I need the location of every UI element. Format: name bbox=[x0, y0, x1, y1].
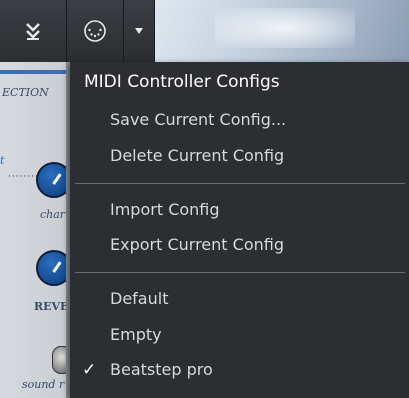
toolbar-background-image bbox=[155, 0, 409, 62]
sound-switch-label: sound r bbox=[22, 378, 65, 391]
menu-item-save-config[interactable]: Save Current Config... bbox=[110, 110, 286, 129]
panel-fragment-label: t bbox=[0, 154, 5, 167]
double-chevron-down-icon bbox=[26, 23, 40, 40]
collapse-button[interactable] bbox=[0, 0, 67, 62]
knob-scale-dots: ········ bbox=[8, 172, 39, 182]
menu-item-config-beatstep-pro[interactable]: Beatstep pro bbox=[110, 360, 213, 379]
midi-connector-icon bbox=[84, 20, 106, 42]
top-toolbar bbox=[0, 0, 409, 62]
reverb-knob-label: REVE bbox=[34, 300, 69, 313]
menu-title: MIDI Controller Configs bbox=[84, 72, 280, 92]
midi-config-dropdown-button[interactable] bbox=[124, 0, 155, 62]
menu-item-config-empty[interactable]: Empty bbox=[110, 325, 162, 344]
midi-controller-button[interactable] bbox=[67, 0, 124, 62]
menu-item-config-default[interactable]: Default bbox=[110, 289, 168, 308]
midi-config-menu: MIDI Controller Configs Save Current Con… bbox=[70, 62, 409, 398]
menu-separator bbox=[75, 183, 405, 184]
caret-down-icon bbox=[135, 28, 143, 34]
instrument-panel: ECTION t ········ char REVE sound r bbox=[0, 62, 72, 398]
menu-item-export-config[interactable]: Export Current Config bbox=[110, 235, 284, 254]
checkmark-icon: ✓ bbox=[82, 360, 97, 380]
section-label: ECTION bbox=[2, 86, 49, 99]
character-knob-label: char bbox=[40, 208, 66, 221]
panel-accent-bar bbox=[0, 70, 72, 74]
menu-separator bbox=[75, 272, 405, 273]
menu-item-import-config[interactable]: Import Config bbox=[110, 200, 220, 219]
menu-item-delete-config[interactable]: Delete Current Config bbox=[110, 146, 284, 165]
